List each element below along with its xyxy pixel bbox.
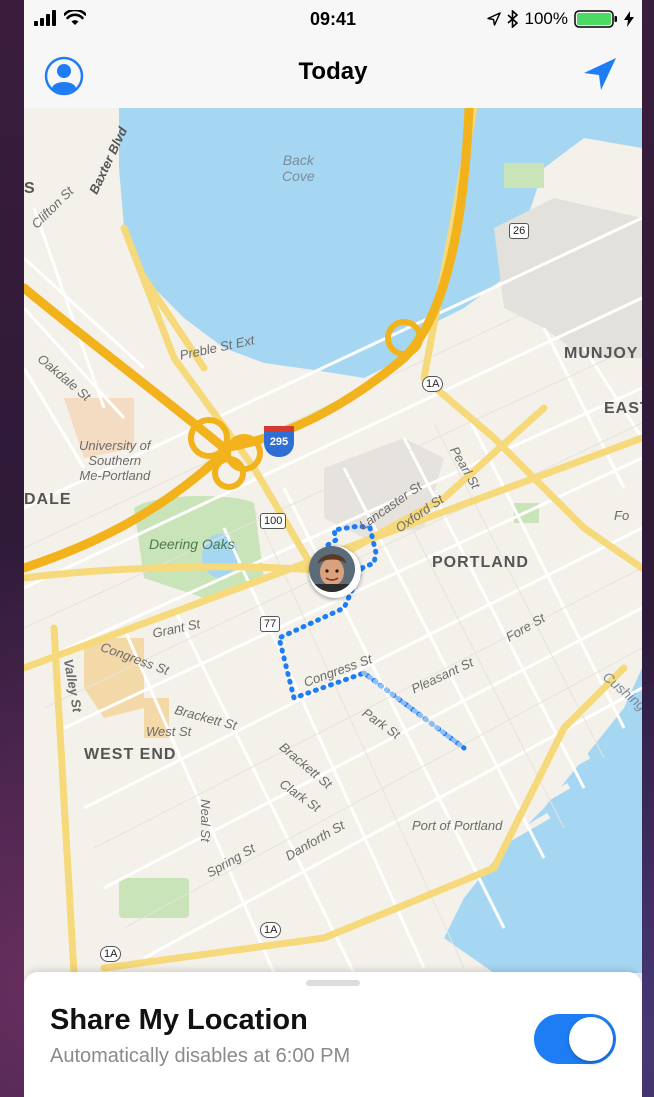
share-location-toggle[interactable]	[534, 1014, 616, 1064]
map-label-back-cove: Back Cove	[282, 152, 315, 184]
user-location-avatar[interactable]	[309, 546, 361, 598]
bluetooth-icon	[506, 10, 518, 28]
map-label-fo: Fo	[614, 508, 630, 523]
share-location-title: Share My Location	[50, 1004, 308, 1036]
north-park	[504, 163, 544, 188]
battery-icon	[574, 10, 617, 28]
map-label-dale: DALE	[24, 491, 72, 508]
map-label-neal: Neal St	[197, 799, 213, 842]
map-label-east: EAST	[604, 400, 642, 417]
toggle-knob	[569, 1017, 613, 1061]
map-label-deering-oaks: Deering Oaks	[149, 536, 235, 552]
route-1a-shield: 1A	[422, 376, 444, 392]
map-label-s: S	[24, 180, 36, 197]
map-label-usm: University of Southern Me-Portland	[79, 438, 151, 483]
avatar-photo-icon	[309, 546, 355, 592]
location-arrow-icon	[486, 12, 501, 26]
map-label-west: West St	[146, 724, 192, 739]
route-1a-shield-west: 1A	[100, 946, 122, 962]
interstate-295-shield: 295	[264, 426, 294, 457]
page-title: Today	[298, 58, 368, 85]
map-canvas	[24, 108, 642, 973]
navigation-bar: Today	[24, 40, 642, 109]
route-1a-shield-south: 1A	[260, 922, 282, 938]
share-location-sheet: Share My Location Automatically disables…	[24, 972, 642, 1097]
locate-me-button[interactable]	[580, 54, 620, 99]
map-label-port-of-portland: Port of Portland	[412, 818, 503, 833]
interstate-295-label: 295	[269, 436, 289, 448]
sheet-grabber-handle[interactable]	[306, 980, 360, 986]
share-location-subtitle: Automatically disables at 6:00 PM	[50, 1045, 351, 1067]
location-arrow-icon	[584, 58, 616, 90]
route-100-shield: 100	[260, 513, 287, 529]
route-26-shield: 26	[509, 223, 530, 239]
status-right: 100%	[486, 9, 634, 29]
battery-percent: 100%	[524, 9, 568, 28]
route-77-shield: 77	[260, 616, 281, 632]
status-bar: 09:41 100%	[24, 0, 642, 40]
map-label-portland: PORTLAND	[432, 554, 529, 571]
charging-bolt-icon	[624, 11, 634, 27]
map-label-west-end: WEST END	[84, 746, 177, 763]
map-label-munjoy: MUNJOY	[564, 345, 639, 362]
app-screen: 09:41 100% Today Back Cove Baxter Blvd C…	[24, 0, 642, 1097]
map-view[interactable]: Back Cove Baxter Blvd Clifton St S Preble…	[24, 108, 642, 973]
